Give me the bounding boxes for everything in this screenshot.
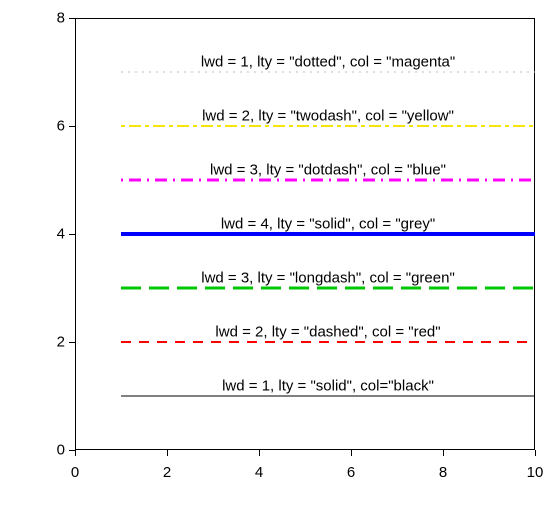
x-tick-label: 0 (71, 464, 79, 481)
y-tick (69, 450, 75, 451)
x-tick-label: 4 (255, 464, 263, 481)
x-tick (535, 450, 536, 456)
chart-stage: 024681002468 lwd = 1, lty = "solid", col… (0, 0, 560, 517)
series-label: lwd = 1, lty = "dotted", col = "magenta" (199, 54, 457, 71)
series-label: lwd = 4, lty = "solid", col = "grey" (219, 216, 437, 233)
x-tick (75, 450, 76, 456)
x-tick-label: 10 (527, 464, 544, 481)
x-tick-label: 2 (163, 464, 171, 481)
series-label: lwd = 3, lty = "dotdash", col = "blue" (208, 162, 448, 179)
y-tick (69, 18, 75, 19)
series-label: lwd = 1, lty = "solid", col="black" (220, 378, 436, 395)
x-tick-label: 6 (347, 464, 355, 481)
series-label: lwd = 3, lty = "longdash", col = "green" (199, 270, 457, 287)
series-label: lwd = 2, lty = "twodash", col = "yellow" (200, 108, 456, 125)
x-tick (167, 450, 168, 456)
y-tick-label: 0 (47, 442, 65, 459)
x-tick-label: 8 (439, 464, 447, 481)
series-label: lwd = 2, lty = "dashed", col = "red" (213, 324, 442, 341)
x-tick (259, 450, 260, 456)
y-tick-label: 8 (47, 10, 65, 27)
x-tick (443, 450, 444, 456)
x-tick (351, 450, 352, 456)
